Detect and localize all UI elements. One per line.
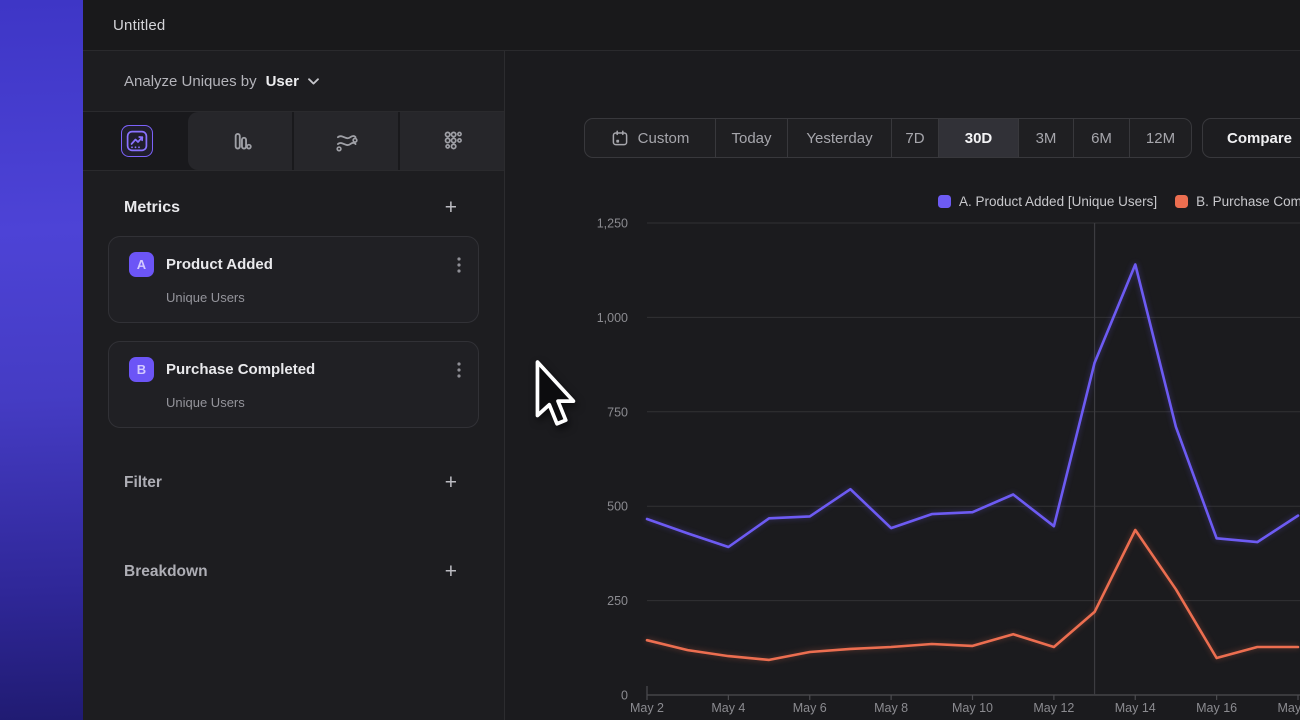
metric-card-a[interactable]: A Product Added Unique Users	[108, 236, 479, 323]
query-sidebar: Analyze Uniques by User	[83, 51, 505, 720]
tab-bar-chart[interactable]	[188, 112, 292, 170]
svg-text:May 12: May 12	[1033, 701, 1074, 715]
line-chart: 0 250 500 750 1,000 1,250 May 2 May 4 May 6 May 8…	[505, 51, 1300, 720]
svg-text:1,250: 1,250	[597, 217, 628, 231]
bar-chart-icon	[227, 128, 253, 154]
svg-text:May 18: May 18	[1278, 701, 1300, 715]
svg-text:1,000: 1,000	[597, 311, 628, 325]
tab-line-chart[interactable]	[121, 125, 153, 157]
line-chart-icon	[125, 129, 149, 153]
svg-text:750: 750	[607, 405, 628, 419]
left-gradient-strip	[0, 0, 83, 720]
breakdown-label: Breakdown	[124, 563, 208, 581]
svg-text:250: 250	[607, 594, 628, 608]
filter-section: Filter +	[83, 472, 504, 493]
add-filter-button[interactable]: +	[445, 472, 457, 493]
svg-text:0: 0	[621, 689, 628, 703]
metric-subtitle[interactable]: Unique Users	[166, 395, 460, 410]
analyze-label: Analyze Uniques by	[124, 73, 257, 90]
filter-label: Filter	[124, 474, 162, 492]
chart-type-tabs	[188, 112, 504, 170]
metric-subtitle[interactable]: Unique Users	[166, 290, 460, 305]
svg-text:May 8: May 8	[874, 701, 908, 715]
chart-panel: Custom Today Yesterday 7D 30D 3M 6M 12M …	[505, 51, 1300, 720]
analyze-row: Analyze Uniques by User	[83, 51, 504, 112]
svg-text:May 4: May 4	[711, 701, 745, 715]
add-metric-button[interactable]: +	[445, 197, 457, 218]
chart-type-tabstrip	[83, 112, 504, 171]
top-bar: Untitled	[83, 0, 1300, 51]
metric-name: Product Added	[166, 256, 273, 273]
svg-text:May 14: May 14	[1115, 701, 1156, 715]
flow-chart-icon	[333, 128, 359, 154]
svg-text:May 16: May 16	[1196, 701, 1237, 715]
grid-dots-icon	[439, 128, 465, 154]
metrics-title: Metrics	[124, 199, 180, 217]
metric-name: Purchase Completed	[166, 361, 315, 378]
tab-grid-metrics[interactable]	[398, 112, 504, 170]
metric-badge-a: A	[129, 252, 154, 277]
analyze-value-dropdown[interactable]: User	[266, 73, 299, 90]
svg-text:500: 500	[607, 500, 628, 514]
svg-text:May 10: May 10	[952, 701, 993, 715]
breakdown-section: Breakdown +	[83, 561, 504, 582]
add-breakdown-button[interactable]: +	[445, 561, 457, 582]
report-title[interactable]: Untitled	[113, 17, 165, 34]
metric-badge-b: B	[129, 357, 154, 382]
metrics-header: Metrics +	[83, 197, 504, 218]
svg-text:May 6: May 6	[793, 701, 827, 715]
mouse-cursor	[534, 360, 580, 432]
chevron-down-icon[interactable]	[308, 78, 319, 85]
kebab-menu-icon[interactable]	[456, 361, 462, 379]
svg-text:May 2: May 2	[630, 701, 664, 715]
metric-card-b[interactable]: B Purchase Completed Unique Users	[108, 341, 479, 428]
tab-flow-chart[interactable]	[292, 112, 398, 170]
kebab-menu-icon[interactable]	[456, 256, 462, 274]
